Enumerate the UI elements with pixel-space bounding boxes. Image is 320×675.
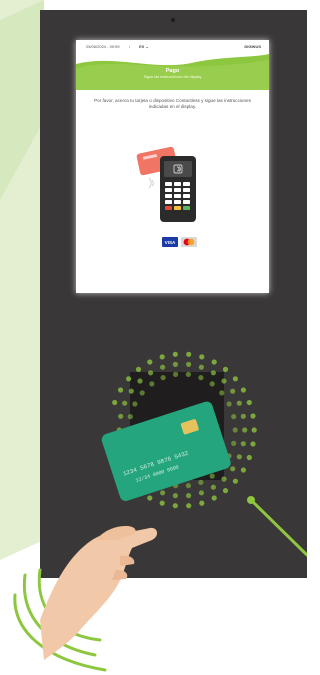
chevron-down-icon: ⌄ [145, 44, 149, 49]
ring-dot [172, 361, 178, 367]
accent-dot [247, 496, 255, 504]
ring-dot [199, 354, 205, 360]
page-title: Pago [165, 68, 180, 74]
ring-dot [210, 370, 216, 376]
payment-card: 1234 5678 9876 5432 12/34 0000 0000 [101, 401, 231, 501]
info-icon[interactable]: i [129, 44, 130, 49]
page-subtitle: Sigue las instrucciones del display [143, 75, 202, 79]
ring-dot [198, 364, 204, 370]
ring-dot [172, 351, 178, 357]
ring-dot [148, 370, 154, 376]
language-selector[interactable]: ES ⌄ [139, 44, 149, 49]
ring-dot [185, 371, 191, 377]
svg-text:VISA: VISA [165, 240, 176, 245]
ring-dot [147, 359, 153, 365]
kiosk-camera [171, 18, 175, 22]
visa-logo-icon: VISA [162, 237, 178, 247]
ring-dot [222, 366, 229, 372]
ring-dot [173, 371, 179, 377]
brand-logo: DIGINUS [244, 44, 261, 49]
payment-instruction: Por favor, acerca tu tarjeta o dispositi… [94, 98, 251, 110]
ring-dot [186, 361, 192, 367]
payment-terminal-illustration [136, 146, 196, 222]
status-datetime: 25/06/2024 - 09:59 [86, 44, 120, 49]
mastercard-logo-icon [181, 237, 197, 247]
language-label: ES [139, 44, 145, 49]
ring-dot [160, 364, 166, 370]
status-bar: 25/06/2024 - 09:59 i ES ⌄ DIGINUS [76, 40, 269, 54]
accent-line [249, 498, 307, 557]
ring-dot [186, 351, 192, 357]
kiosk-screen: 25/06/2024 - 09:59 i ES ⌄ DIGINUS Pago S… [76, 40, 269, 293]
payment-method-logos: VISA [162, 237, 197, 247]
contactless-icon [148, 177, 154, 189]
ring-dot [211, 359, 217, 365]
ring-dot [159, 354, 165, 360]
hand-with-card: 1234 5678 9876 5432 12/34 0000 0000 [13, 401, 307, 672]
ring-dot [135, 366, 142, 372]
